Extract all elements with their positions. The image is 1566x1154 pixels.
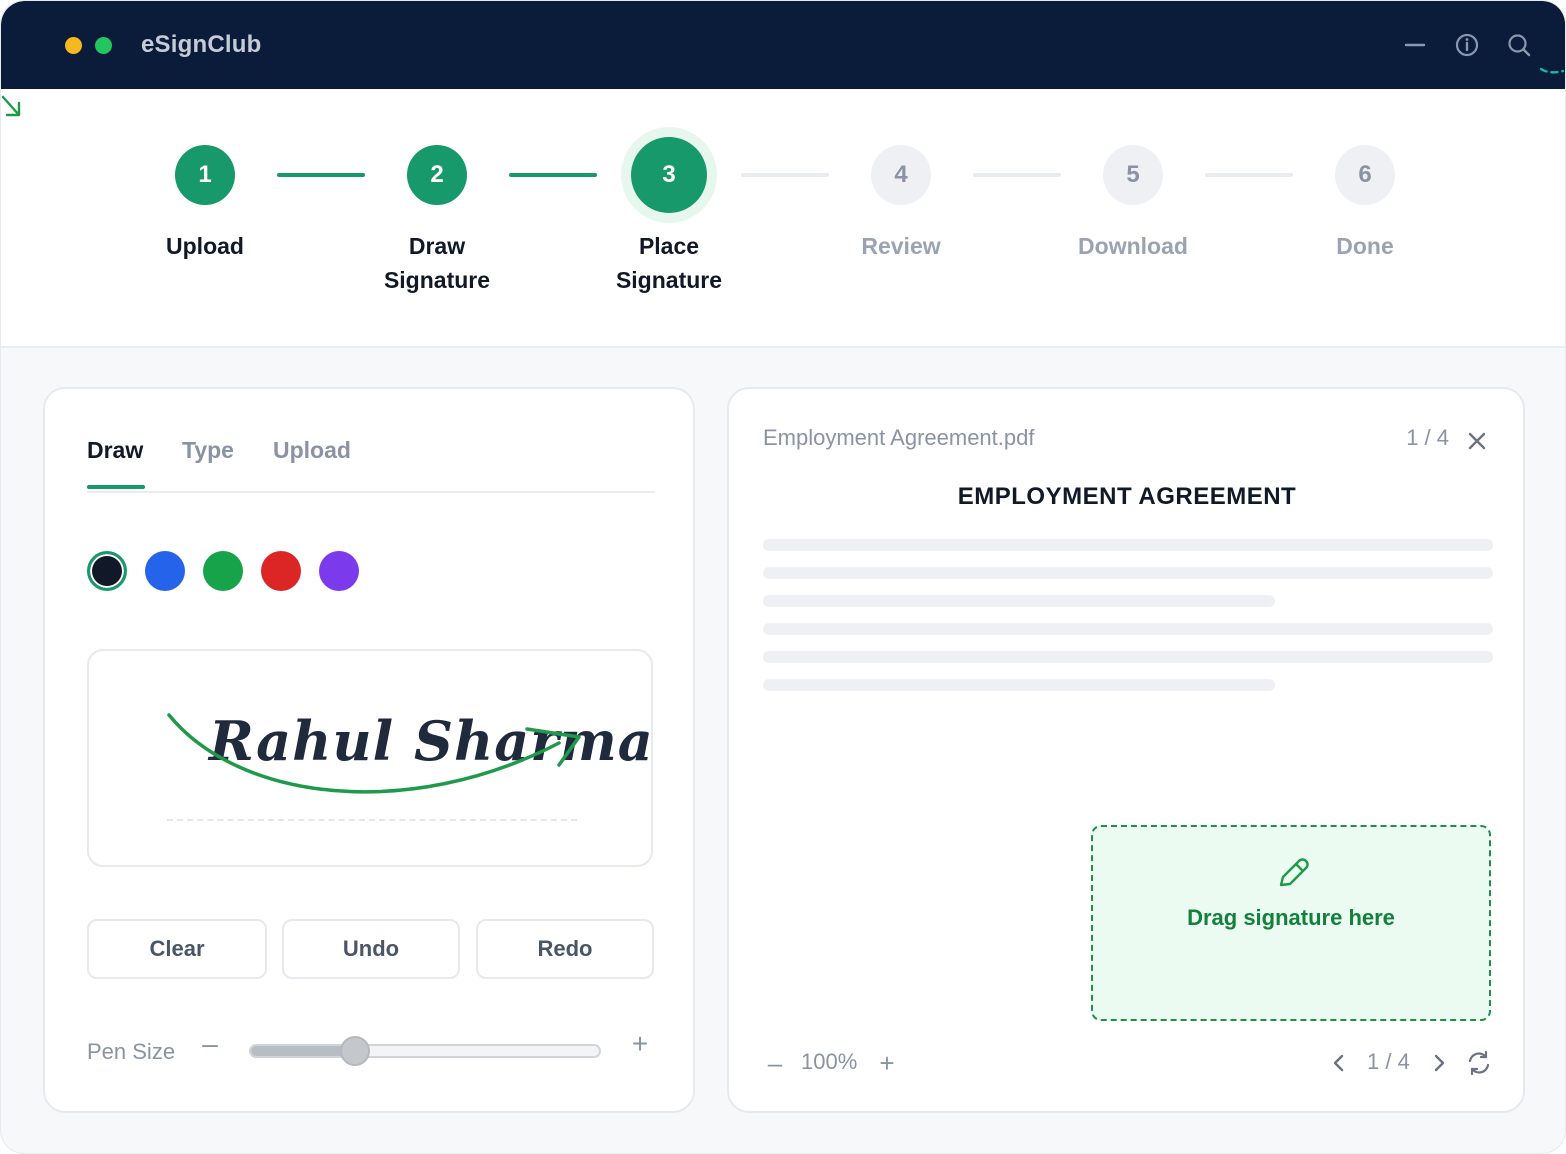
step-circle: 6 <box>1335 145 1395 205</box>
decorative-dash-icon <box>1539 67 1565 74</box>
close-icon[interactable] <box>1465 429 1489 453</box>
step-label: Upload <box>166 233 244 259</box>
zoom-in-icon[interactable]: + <box>873 1048 901 1078</box>
decorative-arrow-icon <box>1 95 21 117</box>
zoom-level: 100% <box>801 1049 858 1074</box>
step-draw-signature[interactable]: 2 Draw Signature <box>347 145 527 297</box>
document-file-name: Employment Agreement.pdf <box>763 425 1035 450</box>
document-panel: Employment Agreement.pdf 1 / 4 EMPLOYMEN… <box>727 387 1525 1113</box>
info-icon[interactable] <box>1453 31 1481 59</box>
app-title: eSignClub <box>141 31 262 58</box>
signature-baseline <box>167 819 577 821</box>
step-circle: 2 <box>407 145 467 205</box>
step-label: Signature <box>383 267 491 293</box>
document-title: EMPLOYMENT AGREEMENT <box>957 483 1297 510</box>
step-label: Done <box>1336 233 1394 259</box>
pencil-icon <box>1279 858 1309 887</box>
drop-zone-label: Drag signature here <box>1187 905 1395 930</box>
pen-size-label: Pen Size <box>87 1039 176 1064</box>
color-swatch-purple[interactable] <box>319 551 359 591</box>
app-window: eSignClub 1 Upload 2 Draw Signature 3 Pl… <box>0 0 1566 1154</box>
step-place-signature[interactable]: 3 Place Signature <box>579 137 759 297</box>
page-indicator: 1 / 4 <box>1406 425 1449 450</box>
step-circle: 4 <box>871 145 931 205</box>
clear-button[interactable]: Clear <box>87 919 267 979</box>
tab-type[interactable]: Type <box>182 437 234 464</box>
progress-stepper: 1 Upload 2 Draw Signature 3 Place Signat… <box>1 89 1565 348</box>
undo-button[interactable]: Undo <box>282 919 460 979</box>
document-text-placeholder <box>763 623 1493 635</box>
color-swatch-green[interactable] <box>203 551 243 591</box>
step-label: Signature <box>615 267 723 293</box>
color-swatch-blue[interactable] <box>145 551 185 591</box>
minimize-icon[interactable] <box>1401 31 1429 59</box>
title-bar: eSignClub <box>1 1 1565 89</box>
active-tab-indicator <box>87 485 145 489</box>
signature-swoosh-icon <box>167 713 581 794</box>
refresh-icon[interactable] <box>1465 1049 1493 1077</box>
document-text-placeholder <box>763 679 1275 691</box>
next-page-icon[interactable] <box>1425 1049 1453 1077</box>
step-circle: 1 <box>175 145 235 205</box>
step-label: Download <box>1078 233 1188 259</box>
pen-size-slider[interactable] <box>249 1044 601 1058</box>
color-swatch-red[interactable] <box>261 551 301 591</box>
pen-size-increase-icon[interactable]: + <box>625 1028 655 1059</box>
step-circle: 5 <box>1103 145 1163 205</box>
step-upload[interactable]: 1 Upload <box>115 145 295 263</box>
maximize-dot[interactable] <box>95 37 112 54</box>
document-text-placeholder <box>763 651 1493 663</box>
pen-size-slider-thumb[interactable] <box>339 1036 370 1066</box>
step-done[interactable]: 6 Done <box>1275 145 1455 263</box>
zoom-out-icon[interactable]: – <box>761 1048 789 1078</box>
step-label: Place <box>638 233 700 259</box>
page-indicator-bottom: 1 / 4 <box>1367 1049 1410 1074</box>
signature-drop-zone[interactable]: Drag signature here <box>1091 825 1491 1021</box>
signature-tabs: Draw Type Upload <box>87 437 655 493</box>
document-text-placeholder <box>763 567 1493 579</box>
tab-upload[interactable]: Upload <box>273 437 351 464</box>
step-label: Review <box>861 233 941 259</box>
step-label: Draw <box>408 233 466 259</box>
step-review[interactable]: 4 Review <box>811 145 991 263</box>
step-circle: 3 <box>631 137 707 213</box>
minimize-dot[interactable] <box>65 37 82 54</box>
color-swatch-black[interactable] <box>87 551 127 591</box>
document-text-placeholder <box>763 595 1275 607</box>
search-icon[interactable] <box>1505 31 1533 59</box>
pen-size-decrease-icon[interactable]: – <box>195 1028 225 1059</box>
step-download[interactable]: 5 Download <box>1043 145 1223 263</box>
previous-page-icon[interactable] <box>1325 1049 1353 1077</box>
document-text-placeholder <box>763 539 1493 551</box>
tab-draw[interactable]: Draw <box>87 437 143 464</box>
redo-button[interactable]: Redo <box>476 919 654 979</box>
signature-panel: Draw Type Upload Rahul Sharma Clear Undo… <box>43 387 695 1113</box>
signature-canvas[interactable]: Rahul Sharma <box>87 649 653 867</box>
